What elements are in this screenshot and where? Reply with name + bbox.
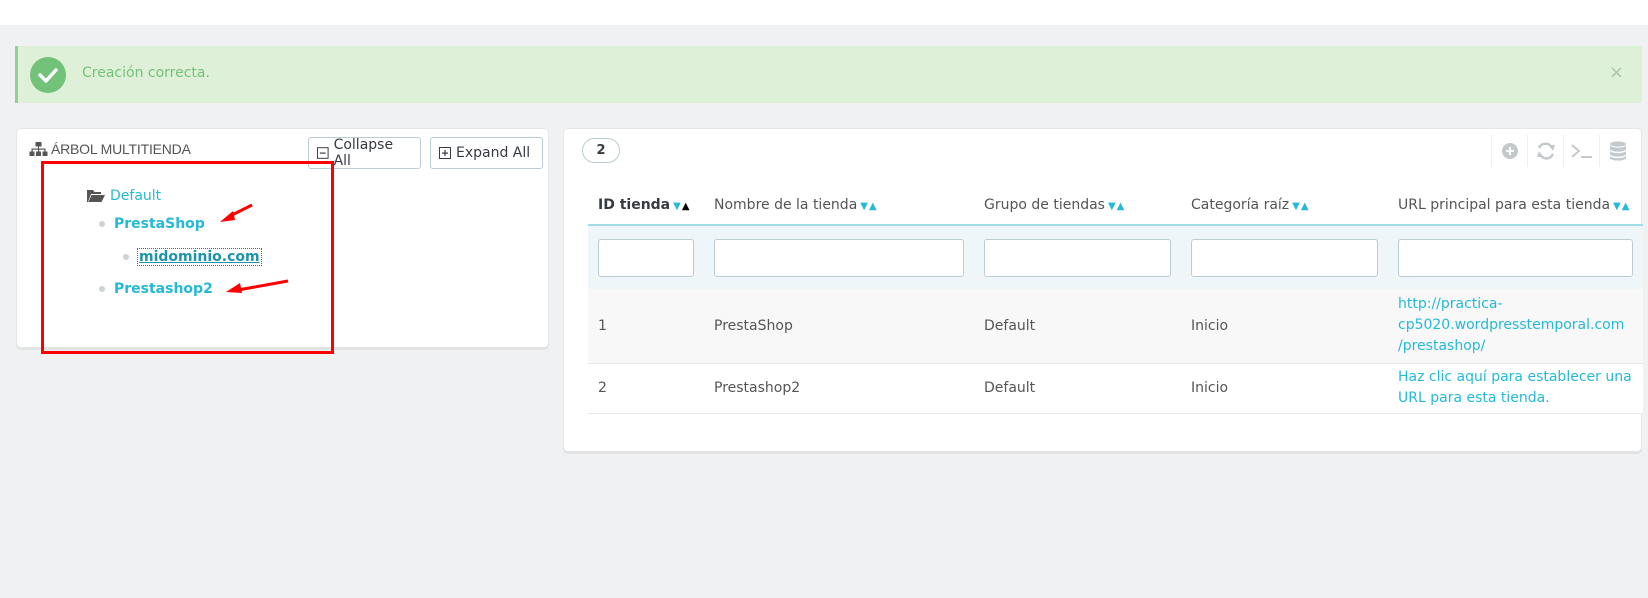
table-row[interactable]: 1 PrestaShop Default Inicio http://pract…: [588, 289, 1643, 364]
tree-panel-title: ÁRBOL MULTITIENDA: [29, 141, 191, 157]
annotation-arrow-icon: [226, 279, 289, 293]
collapse-all-label: Collapse All: [333, 137, 394, 169]
database-icon: [1609, 141, 1626, 161]
filter-category-input[interactable]: [1191, 238, 1378, 277]
plus-circle-icon: [1501, 143, 1518, 159]
success-alert: Creación correcta. ×: [15, 46, 1642, 103]
minus-square-icon: [317, 147, 329, 159]
sql-query-button[interactable]: [1563, 135, 1599, 167]
plus-square-icon: [439, 147, 451, 159]
set-url-link[interactable]: URL para esta tienda.: [1398, 388, 1633, 409]
cell-url[interactable]: Haz clic aquí para establecer una URL pa…: [1388, 363, 1643, 414]
expand-all-label: Expand All: [456, 145, 531, 161]
shop-url-line[interactable]: cp5020.wordpresstemporal.com: [1398, 315, 1633, 336]
cell-group: Default: [974, 289, 1181, 364]
expand-all-button[interactable]: Expand All: [430, 137, 543, 169]
annotation-highlight-box: [41, 161, 334, 354]
cell-id: 1: [588, 289, 704, 364]
sort-icon[interactable]: ▼▲: [1292, 201, 1308, 212]
cell-group: Default: [974, 363, 1181, 414]
sort-icon[interactable]: ▼▲: [673, 201, 689, 212]
shops-table: ID tienda ▼▲ Nombre de la tienda ▼▲ Grupo …: [588, 185, 1643, 414]
column-header-name[interactable]: Nombre de la tienda ▼▲: [704, 185, 974, 226]
refresh-icon: [1536, 142, 1555, 160]
shop-url-line[interactable]: /prestashop/: [1398, 336, 1633, 357]
table-row[interactable]: 2 Prestashop2 Default Inicio Haz clic aq…: [588, 363, 1643, 414]
tree-title-text: ÁRBOL MULTITIENDA: [51, 141, 191, 157]
top-bar: [0, 0, 1648, 25]
filter-row: [588, 225, 1643, 289]
close-icon[interactable]: ×: [1609, 62, 1624, 83]
cell-id: 2: [588, 363, 704, 414]
filter-name-input[interactable]: [714, 238, 964, 277]
sitemap-icon: [29, 142, 48, 156]
filter-url-input[interactable]: [1398, 238, 1633, 277]
cell-category: Inicio: [1181, 289, 1388, 364]
refresh-button[interactable]: [1527, 135, 1563, 167]
check-circle-icon: [30, 57, 66, 93]
filter-id-input[interactable]: [598, 238, 694, 277]
column-header-id[interactable]: ID tienda ▼▲: [588, 185, 704, 226]
column-header-url[interactable]: URL principal para esta tienda ▼▲: [1388, 185, 1643, 226]
set-url-link[interactable]: Haz clic aquí para establecer una: [1398, 367, 1633, 388]
cell-url[interactable]: http://practica- cp5020.wordpresstempora…: [1388, 289, 1643, 364]
table-header-row: ID tienda ▼▲ Nombre de la tienda ▼▲ Grupo …: [588, 185, 1643, 226]
cell-category: Inicio: [1181, 363, 1388, 414]
sort-icon[interactable]: ▼▲: [860, 201, 876, 212]
terminal-icon: [1570, 144, 1592, 158]
column-header-category[interactable]: Categoría raíz ▼▲: [1181, 185, 1388, 226]
export-button[interactable]: [1599, 135, 1635, 167]
shop-count-badge: 2: [582, 138, 620, 163]
sort-icon[interactable]: ▼▲: [1108, 201, 1124, 212]
filter-group-input[interactable]: [984, 238, 1171, 277]
shops-list-panel: 2 ID tienda ▼▲ Nombre de la tienda ▼▲ Gr…: [563, 128, 1643, 452]
list-toolbar: [1491, 135, 1635, 167]
annotation-arrow-icon: [220, 203, 253, 222]
cell-name: Prestashop2: [704, 363, 974, 414]
alert-message: Creación correcta.: [82, 65, 210, 81]
cell-name: PrestaShop: [704, 289, 974, 364]
sort-icon[interactable]: ▼▲: [1613, 201, 1629, 212]
shop-url-line[interactable]: http://practica-: [1398, 294, 1633, 315]
add-new-button[interactable]: [1491, 135, 1527, 167]
column-header-group[interactable]: Grupo de tiendas ▼▲: [974, 185, 1181, 226]
